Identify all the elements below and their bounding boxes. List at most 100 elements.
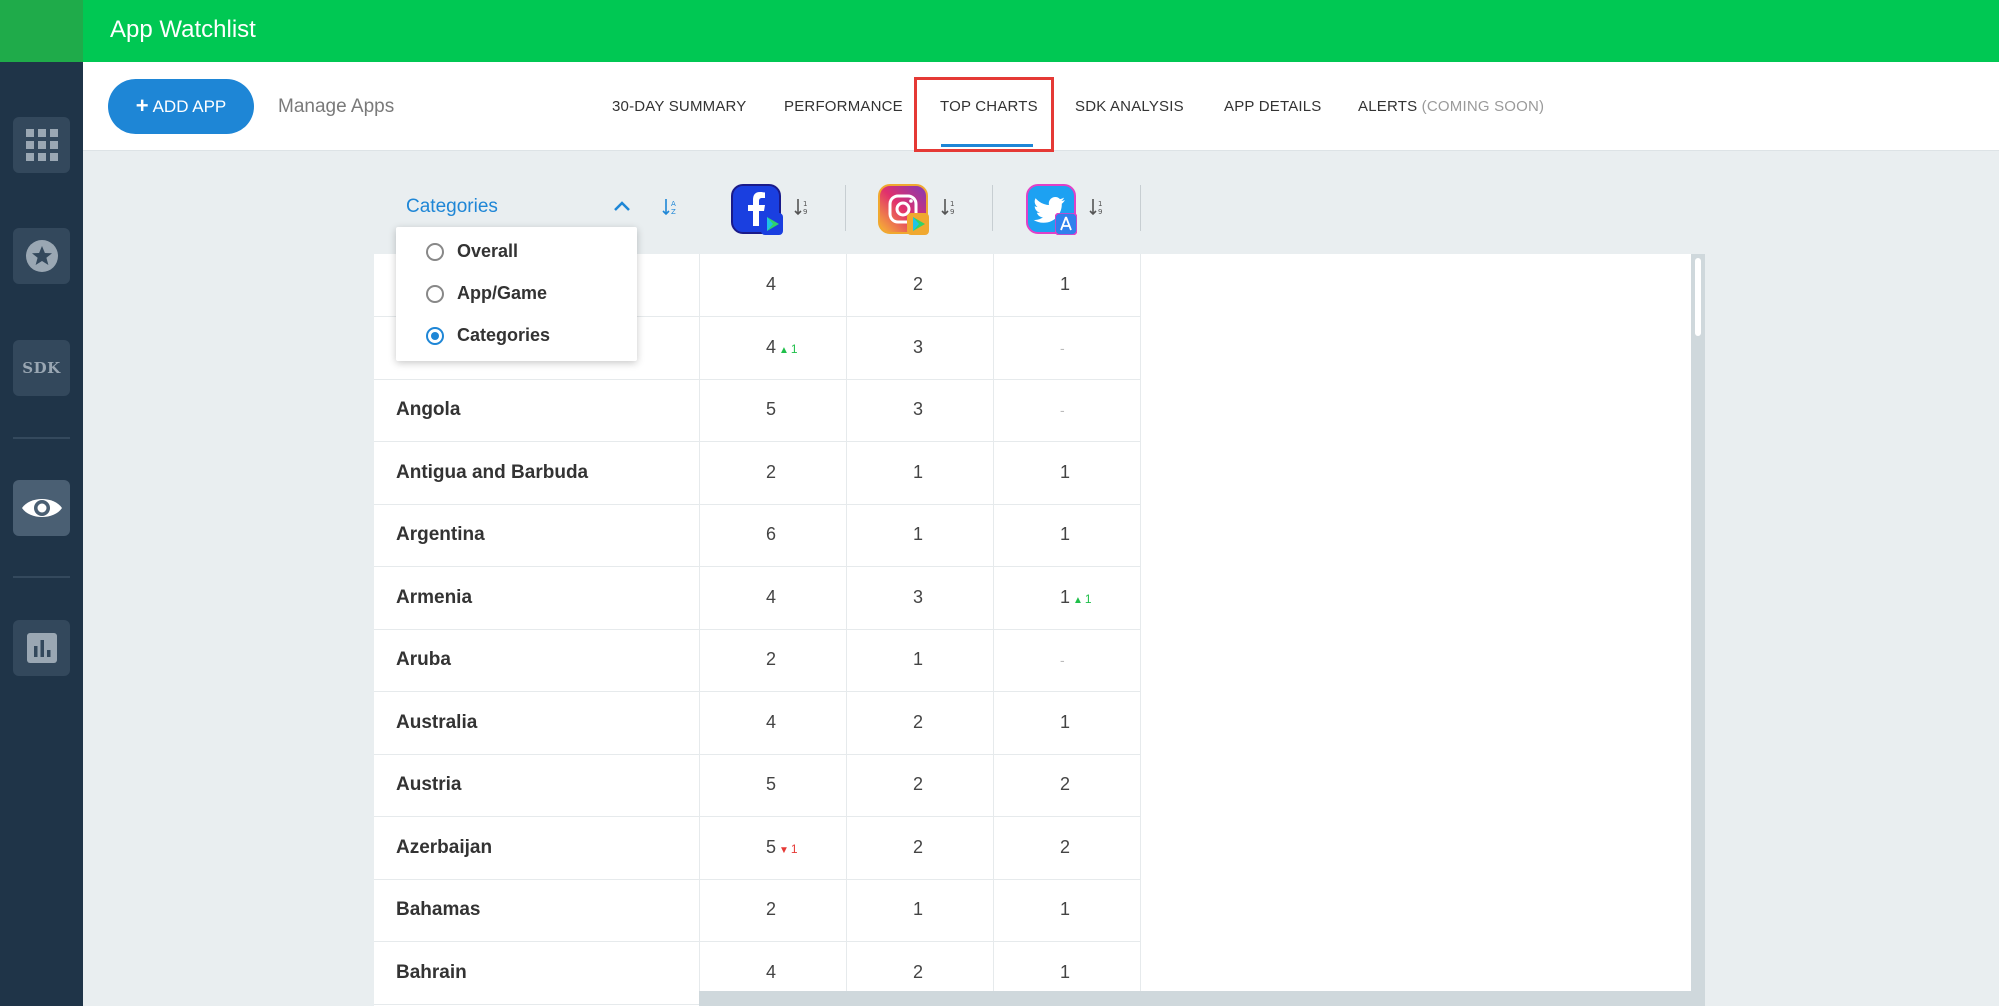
rank-value: 1 — [913, 649, 924, 669]
cell-divider — [993, 504, 994, 567]
option-label: Overall — [457, 241, 519, 261]
sidebar-watchlist-button[interactable] — [13, 480, 70, 536]
cell-divider — [846, 441, 847, 505]
sidebar-sdk-button[interactable]: SDK — [13, 340, 70, 396]
rank-value: - — [1060, 402, 1065, 418]
eye-icon — [21, 499, 62, 517]
rank-value: 2 — [913, 774, 924, 794]
cell-divider — [993, 254, 994, 317]
sort-alpha-icon[interactable]: AZ — [662, 198, 678, 218]
rank-cell: 1 — [1060, 712, 1070, 733]
cell-divider — [993, 379, 994, 442]
cell-divider — [1140, 379, 1141, 442]
rank-cell: 5 ▼ 1 — [766, 837, 798, 858]
table-row: Azerbaijan 5 ▼ 1 2 2 — [374, 816, 1141, 880]
tab-alerts-label: ALERTS — [1358, 98, 1418, 115]
rank-value: 4 — [766, 336, 777, 357]
radio-button[interactable] — [426, 284, 444, 303]
rank-value: 1 — [1060, 961, 1071, 982]
sidebar-divider — [13, 437, 70, 439]
rank-cell: 2 — [766, 649, 776, 670]
table-row: Austria 5 2 2 — [374, 754, 1141, 817]
manage-apps-link[interactable]: Manage Apps — [278, 96, 394, 118]
rank-cell: 4 — [766, 274, 776, 295]
tab-sdk-analysis[interactable]: SDK ANALYSIS — [1075, 98, 1184, 115]
sidebar-apps-grid-button[interactable] — [13, 117, 70, 173]
rank-cell: 2 — [766, 899, 776, 920]
sidebar-reports-button[interactable] — [13, 620, 70, 676]
rank-cell: 2 — [913, 837, 923, 858]
add-app-button[interactable]: + ADD APP — [108, 79, 254, 134]
option-app-game[interactable]: App/Game — [426, 283, 547, 304]
chevron-up-icon[interactable] — [612, 196, 632, 216]
cell-divider — [846, 379, 847, 442]
rank-value: 3 — [913, 586, 924, 607]
tab-alerts[interactable]: ALERTS (COMING SOON) — [1358, 98, 1544, 115]
cell-divider — [1140, 566, 1141, 630]
country-name: Bahrain — [396, 961, 467, 983]
cell-divider — [699, 691, 700, 755]
rank-cell: 4 ▲ 1 — [766, 337, 798, 358]
rank-value: 2 — [913, 836, 924, 857]
rank-cell: 5 — [766, 399, 776, 420]
svg-text:A: A — [671, 200, 676, 208]
rank-cell: 2 — [1060, 837, 1070, 858]
cell-divider — [699, 754, 700, 817]
option-overall[interactable]: Overall — [426, 241, 518, 262]
country-name: Armenia — [396, 586, 473, 608]
tab-app-details[interactable]: APP DETAILS — [1224, 98, 1322, 115]
column-divider — [845, 185, 846, 231]
rank-cell: 4 — [766, 962, 776, 983]
cell-divider — [846, 566, 847, 630]
bar-chart-icon — [26, 633, 57, 663]
cell-divider — [1140, 441, 1141, 505]
sort-numeric-icon[interactable]: 19 — [1089, 198, 1105, 218]
rank-value: 1 — [1060, 711, 1071, 732]
horizontal-scrollbar[interactable] — [699, 991, 1691, 1006]
group-by-dropdown: Overall App/Game Categories — [396, 227, 637, 361]
cell-divider — [699, 629, 700, 692]
cell-divider — [846, 316, 847, 380]
option-label: Categories — [457, 325, 551, 345]
rank-cell: 3 — [913, 587, 923, 608]
rank-cell: 2 — [913, 774, 923, 795]
cell-divider — [699, 316, 700, 380]
rank-cell: 2 — [766, 462, 776, 483]
rank-cell: 2 — [913, 962, 923, 983]
vertical-scrollbar[interactable] — [1691, 254, 1705, 1006]
table-row: Angola 5 3 - — [374, 379, 1141, 442]
rank-value: 4 — [766, 274, 777, 294]
scrollbar-thumb[interactable] — [1695, 258, 1701, 336]
option-categories[interactable]: Categories — [426, 325, 550, 346]
tab-performance[interactable]: PERFORMANCE — [784, 98, 903, 115]
rank-cell: 5 — [766, 774, 776, 795]
svg-text:1: 1 — [1098, 200, 1102, 208]
group-by-selector[interactable]: Categories — [406, 196, 498, 218]
rank-value: 2 — [913, 961, 924, 982]
cell-divider — [1140, 316, 1141, 380]
rank-delta-value: 1 — [1084, 591, 1092, 606]
tab-30-day-summary[interactable]: 30-DAY SUMMARY — [612, 98, 747, 115]
rank-cell: 1 — [913, 649, 923, 670]
table-row: Aruba 2 1 - — [374, 629, 1141, 692]
page-title: App Watchlist — [110, 16, 256, 43]
radio-button-checked[interactable] — [426, 326, 444, 345]
rankings-table: 4 2 1 4 ▲ 1 3- Angola 5 3- Antigua and Barbuda 2 1 1 A… — [374, 254, 1694, 1006]
rank-value: 1 — [913, 461, 924, 482]
sidebar-favorites-button[interactable] — [13, 228, 70, 284]
rank-cell: 1 — [1060, 524, 1070, 545]
cell-divider — [846, 254, 847, 317]
cell-divider — [699, 816, 700, 880]
cell-divider — [699, 566, 700, 630]
tab-alerts-suffix: (COMING SOON) — [1421, 98, 1545, 115]
radio-button[interactable] — [426, 242, 444, 261]
country-name: Angola — [396, 399, 461, 420]
cell-divider — [993, 879, 994, 942]
triangle-up-icon: ▲ — [779, 344, 789, 356]
sort-numeric-icon[interactable]: 19 — [941, 198, 957, 218]
sort-numeric-icon[interactable]: 19 — [794, 198, 810, 218]
rank-cell: 3 — [913, 399, 923, 420]
cell-divider — [846, 879, 847, 942]
rank-delta-value: 1 — [790, 841, 798, 856]
cell-divider — [1140, 254, 1141, 317]
